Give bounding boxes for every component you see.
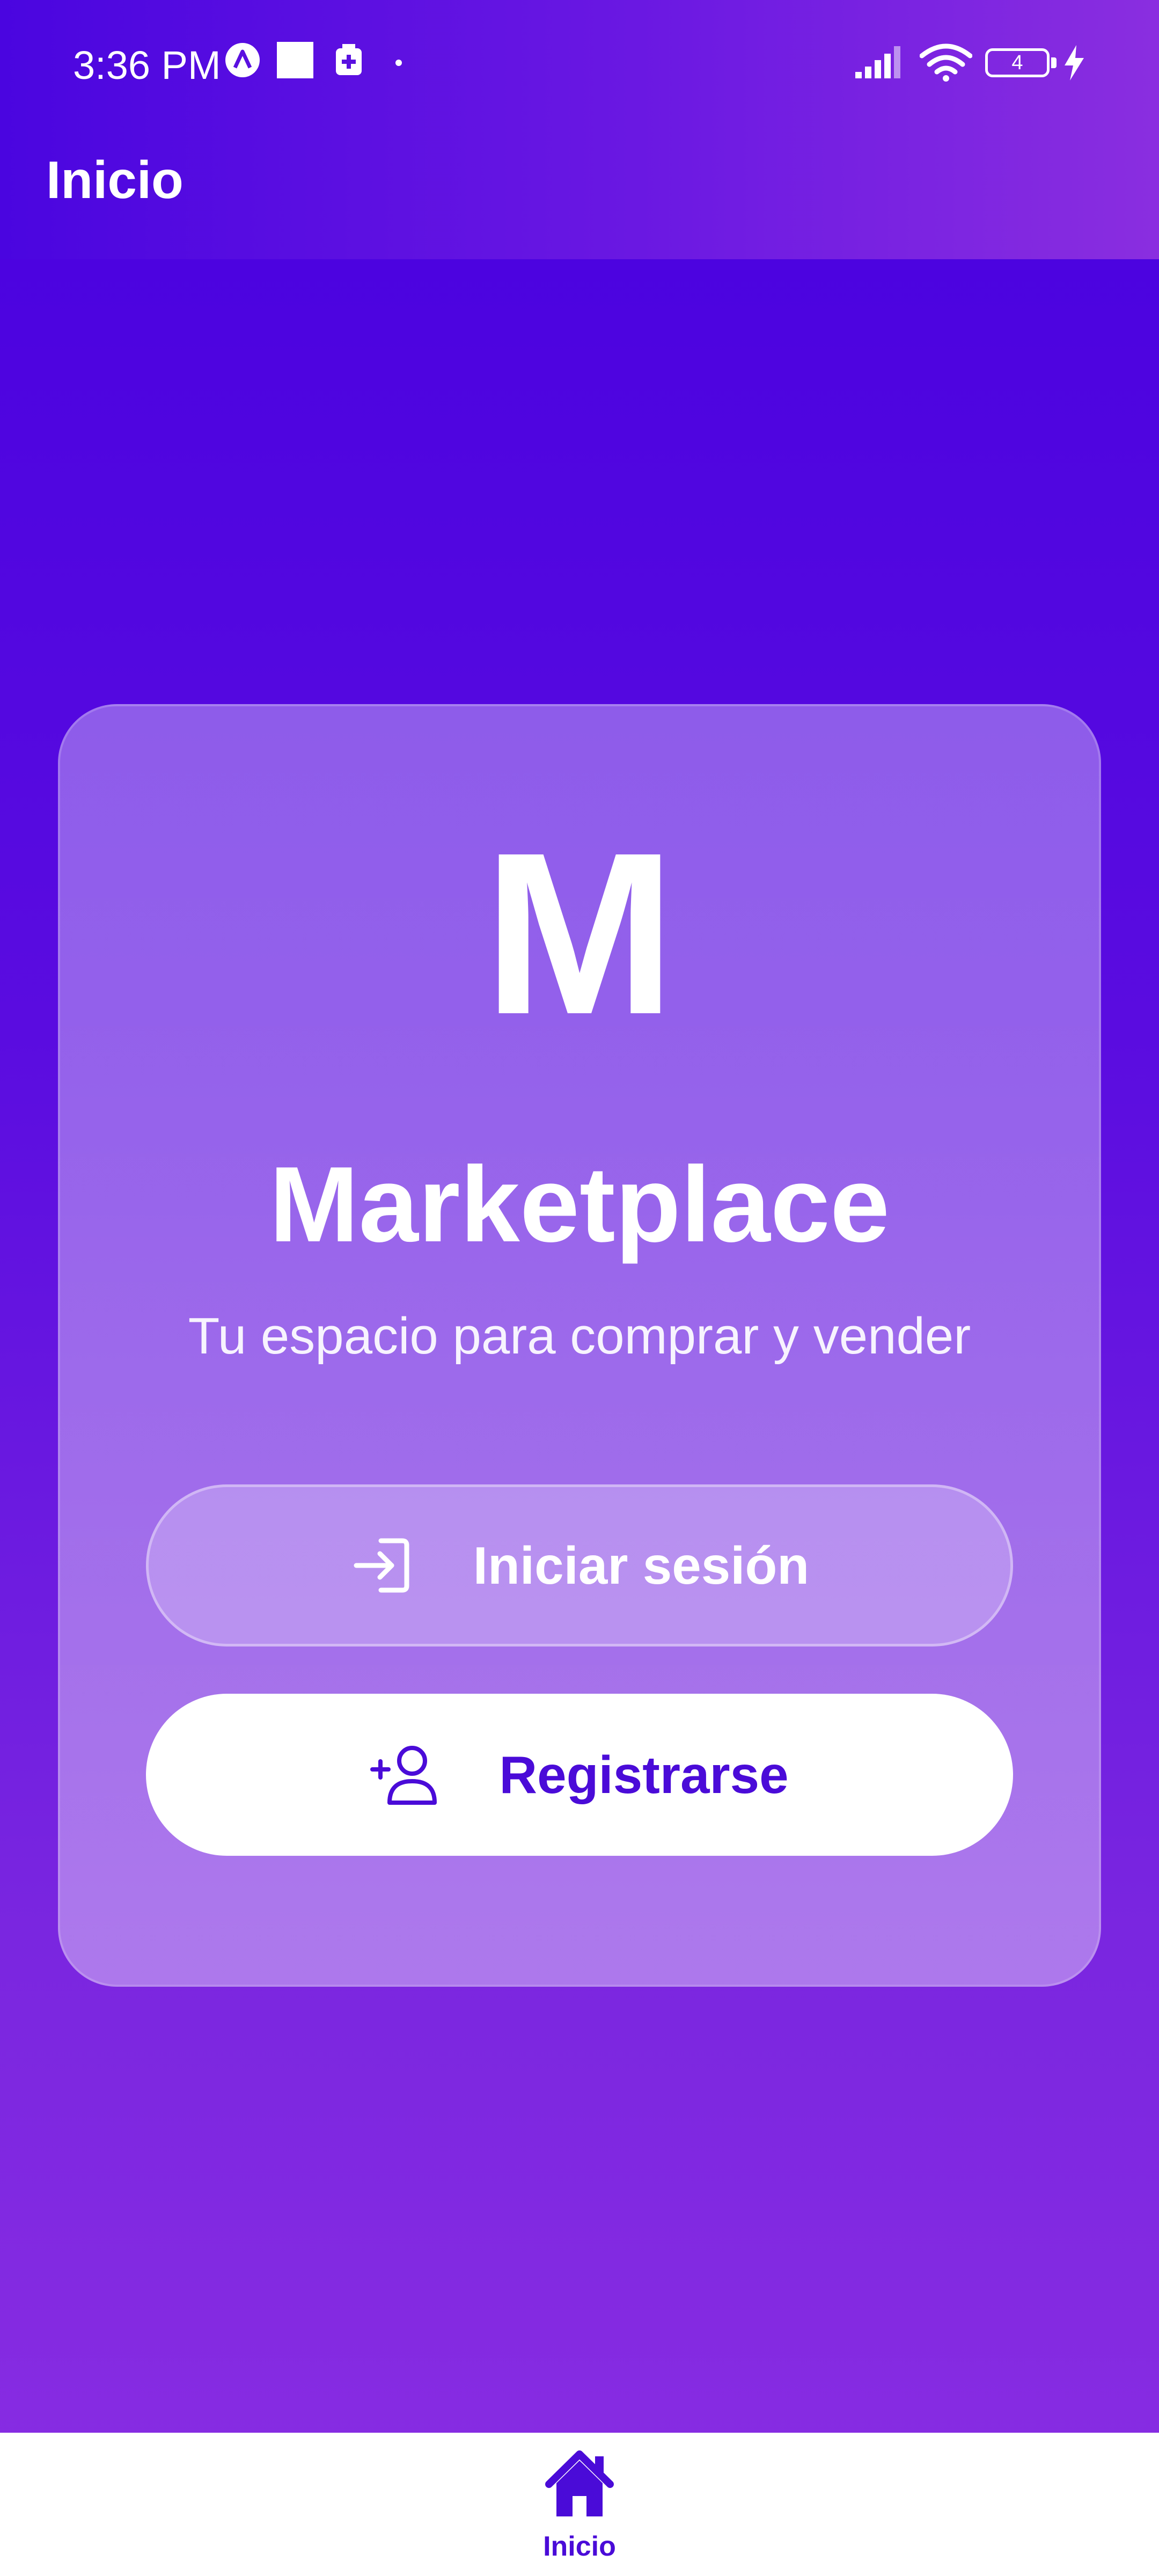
- medical-kit-icon: [336, 44, 362, 75]
- bottom-navigation: Inicio: [0, 2433, 1159, 2576]
- login-arrow-icon: [354, 1538, 409, 1593]
- battery-level: 4: [1011, 52, 1023, 74]
- battery-tip: [1051, 57, 1057, 68]
- login-button-label: Iniciar sesión: [473, 1536, 810, 1595]
- status-bar: 3:36 PM 4: [0, 32, 1159, 97]
- signal-icon: [855, 46, 900, 78]
- charging-bolt-icon: [1065, 45, 1084, 80]
- app-tagline: Tu espacio para comprar y vender: [188, 1307, 971, 1365]
- square-notification-icon: [277, 42, 313, 78]
- app-name: Marketplace: [269, 1145, 890, 1264]
- login-button[interactable]: Iniciar sesión: [146, 1484, 1013, 1646]
- register-button[interactable]: Registrarse: [146, 1694, 1013, 1856]
- wifi-icon: [920, 43, 972, 82]
- register-button-label: Registrarse: [499, 1745, 789, 1804]
- add-user-icon: [370, 1746, 437, 1805]
- home-screen: 3:36 PM 4 Inicio M Marketplace Tu espaci…: [0, 0, 1159, 2576]
- nav-item-label: Inicio: [543, 2531, 616, 2562]
- app-notification-icon: [225, 43, 260, 77]
- battery-icon: 4: [985, 48, 1057, 77]
- nav-item-inicio[interactable]: Inicio: [499, 2449, 660, 2572]
- page-title: Inicio: [46, 150, 184, 209]
- home-icon: [545, 2450, 614, 2516]
- app-logo: M: [483, 805, 676, 1063]
- dot-icon: [395, 60, 402, 66]
- status-time: 3:36 PM: [73, 43, 221, 87]
